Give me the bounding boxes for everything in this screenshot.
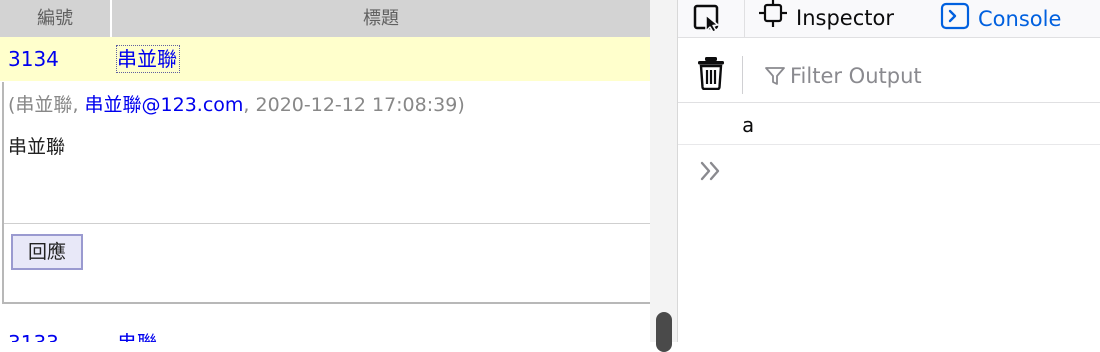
reply-button[interactable]: 回應 bbox=[11, 234, 83, 270]
web-page: 編號 標題 3134 串並聯 (串並聯, 串並聯@123.com, 2020-1… bbox=[0, 0, 650, 342]
meta-separator: , bbox=[243, 94, 256, 116]
message-email-link[interactable]: 串並聯@123.com bbox=[85, 94, 244, 116]
console-icon bbox=[940, 2, 970, 35]
next-row-title-link[interactable]: 串聯 bbox=[117, 330, 157, 342]
tab-inspector-label: Inspector bbox=[796, 6, 894, 30]
page-scrollbar-track[interactable] bbox=[650, 0, 678, 342]
tab-console[interactable]: Console bbox=[940, 0, 1061, 37]
meta-close-paren: ) bbox=[457, 94, 465, 116]
message-body: 串並聯 bbox=[8, 136, 66, 158]
message-divider bbox=[4, 223, 650, 224]
column-header-title: 標題 bbox=[363, 8, 399, 29]
inspector-icon bbox=[758, 0, 788, 39]
message-author: 串並聯 bbox=[15, 94, 73, 116]
column-header-number: 編號 bbox=[37, 8, 73, 29]
element-picker-icon[interactable] bbox=[692, 3, 726, 33]
meta-separator: , bbox=[72, 94, 85, 116]
trash-icon[interactable] bbox=[696, 56, 726, 91]
message-meta: (串並聯, 串並聯@123.com, 2020-12-12 17:08:39) bbox=[8, 92, 465, 118]
tab-inspector[interactable]: Inspector bbox=[758, 0, 894, 37]
page-scrollbar-thumb[interactable] bbox=[656, 312, 672, 352]
console-prompt-icon bbox=[698, 156, 726, 186]
next-row-number-link[interactable]: 3133 bbox=[8, 330, 59, 342]
row-title-link[interactable]: 串並聯 bbox=[116, 45, 180, 73]
filter-separator bbox=[742, 56, 743, 94]
message-timestamp: 2020-12-12 17:08:39 bbox=[255, 94, 458, 116]
console-log-message: a bbox=[742, 113, 755, 137]
row-number-link[interactable]: 3134 bbox=[8, 37, 59, 81]
tab-console-label: Console bbox=[978, 6, 1062, 31]
console-input[interactable] bbox=[736, 150, 1090, 192]
filter-output-input[interactable] bbox=[790, 58, 1090, 94]
toolbar-separator bbox=[744, 0, 745, 37]
table-row-selected[interactable] bbox=[0, 37, 650, 81]
filter-icon bbox=[764, 65, 786, 87]
